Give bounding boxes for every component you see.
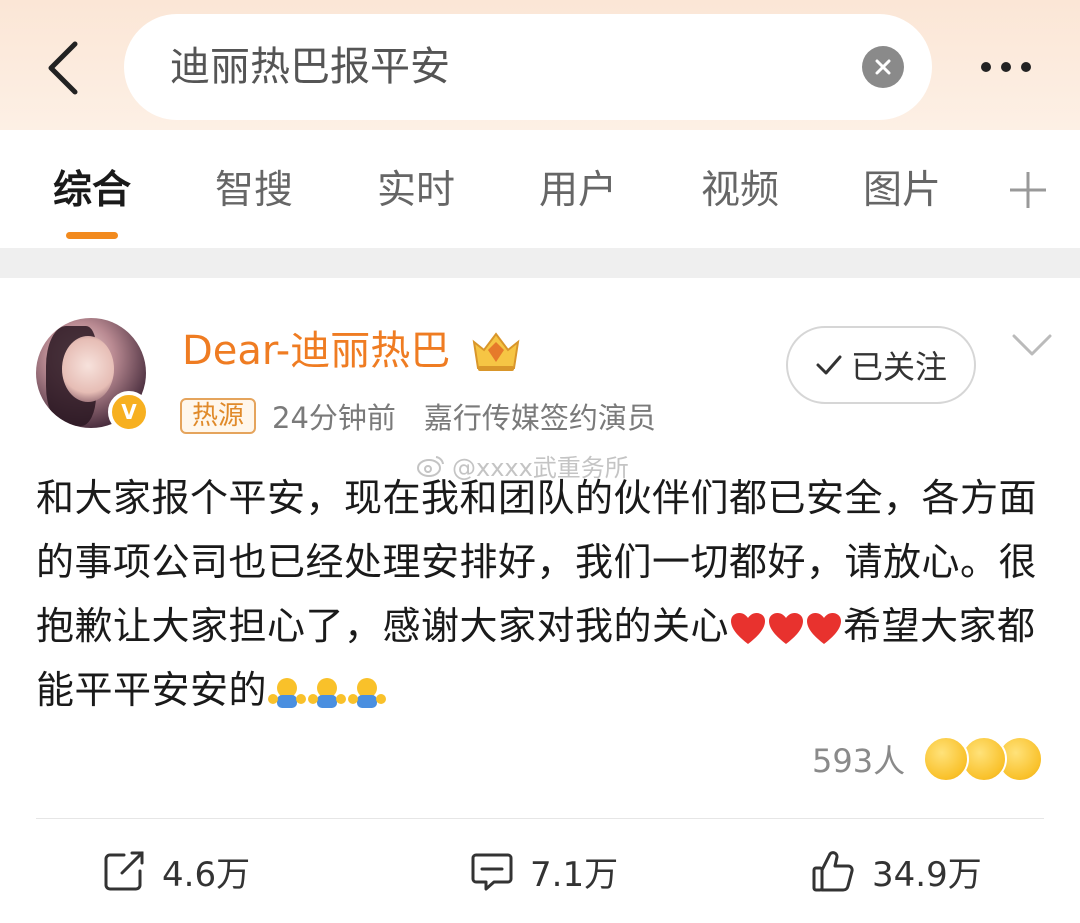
search-input[interactable]: 迪丽热巴报平安: [124, 14, 932, 120]
tab-comprehensive[interactable]: 综合: [52, 166, 132, 216]
tab-realtime[interactable]: 实时: [376, 166, 456, 216]
search-tabs: 综合 智搜 实时 用户 视频 图片: [0, 130, 1080, 248]
repost-button[interactable]: 4.6万: [102, 846, 250, 896]
chevron-left-icon: [48, 41, 78, 95]
like-button[interactable]: 34.9万: [810, 846, 982, 896]
username[interactable]: Dear-迪丽热巴: [182, 326, 450, 376]
laugh-emoji-icon: [923, 736, 970, 782]
post-meta: 热源 24分钟前 嘉行传媒签约演员: [180, 396, 656, 436]
comment-icon: [471, 853, 513, 891]
user-description: 嘉行传媒签约演员: [423, 401, 656, 435]
check-icon: [816, 355, 842, 375]
search-query-text: 迪丽热巴报平安: [170, 44, 450, 90]
repost-icon: [104, 851, 144, 891]
post-time: 24分钟前: [272, 401, 396, 435]
comment-count: 7.1万: [530, 854, 619, 895]
active-tab-indicator: [66, 232, 118, 239]
top-bar: 迪丽热巴报平安: [0, 0, 1080, 130]
comment-button[interactable]: 7.1万: [470, 846, 618, 896]
follow-label: 已关注: [850, 348, 947, 386]
post-card: V Dear-迪丽热巴 已关注 热源 24分钟前 嘉行传媒签约演员 @xxxx武…: [0, 278, 1080, 923]
add-tab-icon[interactable]: [1008, 170, 1048, 210]
heart-icon: [769, 612, 804, 644]
follow-status-button[interactable]: 已关注: [786, 326, 976, 404]
heart-icon: [731, 612, 766, 644]
more-options-button[interactable]: [966, 44, 1046, 90]
close-icon: [875, 59, 891, 75]
section-divider: [0, 248, 1080, 278]
hot-source-badge: 热源: [180, 398, 257, 434]
like-count: 34.9万: [872, 854, 982, 895]
thumbs-up-icon: [812, 851, 854, 892]
repost-count: 4.6万: [162, 854, 251, 895]
verified-badge-icon: V: [108, 391, 150, 433]
chevron-down-icon[interactable]: [1010, 328, 1054, 364]
divider: [36, 818, 1044, 819]
reaction-count: 593人: [812, 742, 906, 780]
tab-images[interactable]: 图片: [862, 166, 942, 216]
clear-search-button[interactable]: [862, 46, 904, 88]
crown-vip-icon: [472, 332, 520, 371]
tab-users[interactable]: 用户: [538, 166, 618, 216]
tab-smart-search[interactable]: 智搜: [214, 166, 294, 216]
reaction-summary[interactable]: 593人: [812, 734, 1044, 784]
hug-emoji-icon: [268, 677, 307, 708]
hug-emoji-icon: [348, 677, 387, 708]
hug-emoji-icon: [308, 677, 347, 708]
post-text: 和大家报个平安，现在我和团队的伙伴们都已安全，各方面的事项公司也已经处理安排好，…: [36, 466, 1048, 722]
more-dots-icon: [981, 62, 991, 72]
tab-videos[interactable]: 视频: [700, 166, 780, 216]
heart-icon: [807, 612, 842, 644]
back-button[interactable]: [38, 38, 88, 98]
